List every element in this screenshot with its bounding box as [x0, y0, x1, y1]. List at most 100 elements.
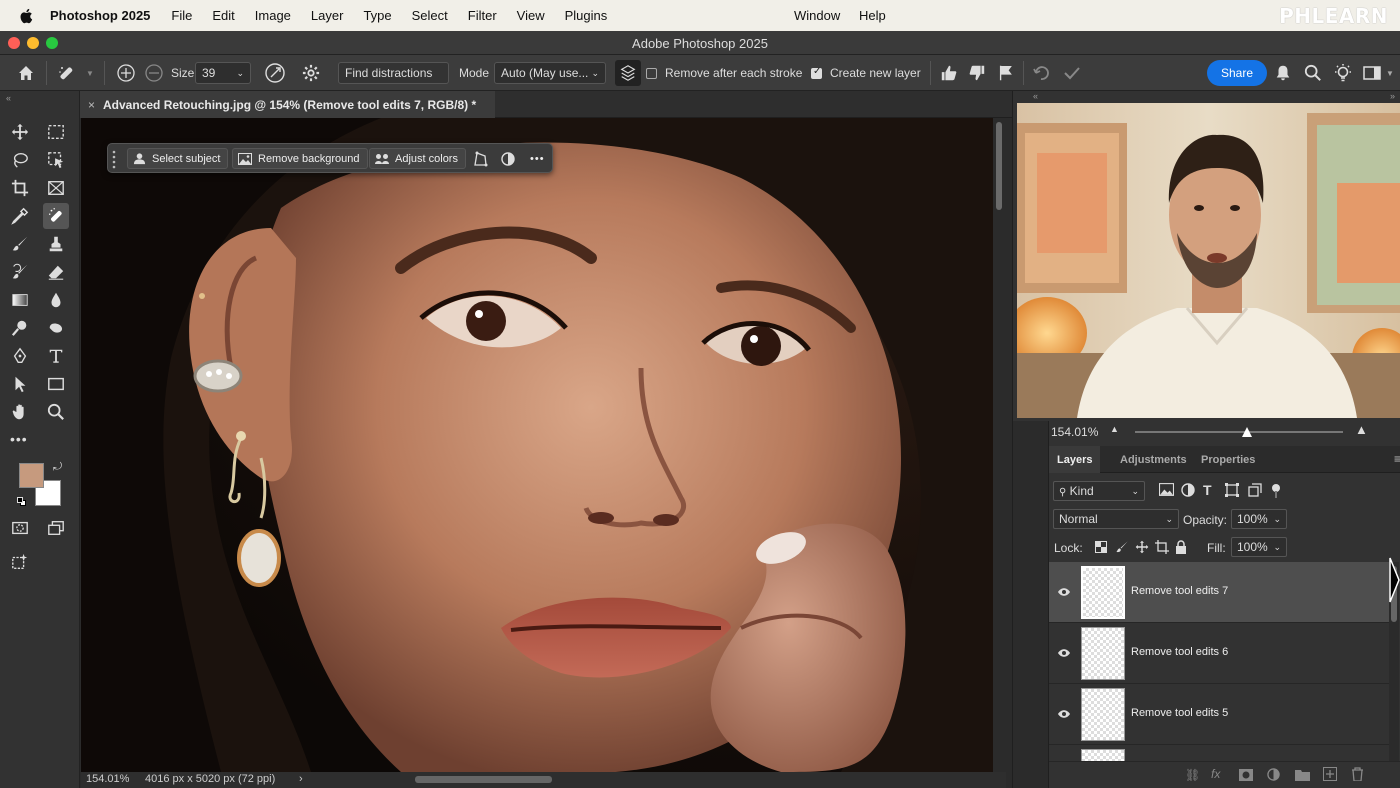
quick-mask-button[interactable] [7, 515, 33, 541]
type-tool[interactable] [43, 343, 69, 369]
add-mask-icon[interactable] [1239, 769, 1253, 781]
filter-adjustment-button[interactable] [1181, 483, 1195, 497]
mode-select[interactable]: Auto (May use... ⌄ [494, 62, 606, 84]
layer-row[interactable]: Remove tool edits 5 [1049, 684, 1389, 745]
remove-background-button[interactable]: Remove background [232, 148, 368, 169]
lock-position-button[interactable] [1135, 540, 1149, 554]
menu-type[interactable]: Type [363, 8, 391, 23]
blend-mode-select[interactable]: Normal ⌄ [1053, 509, 1179, 529]
lock-all-button[interactable] [1175, 540, 1187, 554]
menu-view[interactable]: View [517, 8, 545, 23]
menu-layer[interactable]: Layer [311, 8, 344, 23]
add-to-stroke-button[interactable] [116, 55, 136, 91]
collapse-panel-icon[interactable]: » [1390, 91, 1395, 101]
eyedropper-tool[interactable] [7, 203, 33, 229]
more-options-button[interactable]: ••• [530, 148, 545, 169]
pen-tool[interactable] [7, 343, 33, 369]
fx-icon[interactable]: fx [1211, 767, 1220, 781]
filter-smart-object-button[interactable] [1248, 483, 1262, 497]
crop-tool[interactable] [7, 175, 33, 201]
layer-row[interactable] [1049, 745, 1389, 761]
navigator-zoom-slider[interactable] [1135, 431, 1343, 433]
menu-help[interactable]: Help [859, 8, 886, 23]
close-tab-icon[interactable]: × [88, 98, 95, 112]
undo-button[interactable] [1031, 55, 1051, 91]
commit-button[interactable] [1062, 55, 1082, 91]
status-zoom[interactable]: 154.01% [86, 773, 129, 785]
eraser-tool[interactable] [43, 259, 69, 285]
lock-artboard-button[interactable] [1155, 540, 1169, 554]
menu-edit[interactable]: Edit [212, 8, 234, 23]
foreground-color-swatch[interactable] [19, 463, 44, 488]
zoom-in-icon[interactable]: ▲ [1355, 422, 1368, 437]
tab-adjustments[interactable]: Adjustments [1112, 446, 1195, 473]
adjustment-layer-icon[interactable] [1267, 768, 1280, 781]
workspace-button[interactable]: ▼ [1362, 55, 1394, 91]
path-selection-tool[interactable] [7, 371, 33, 397]
new-layer-icon[interactable] [1323, 767, 1337, 781]
fill-input[interactable]: 100% ⌄ [1231, 537, 1287, 557]
visibility-eye-icon[interactable] [1057, 647, 1071, 659]
blur-tool[interactable] [43, 287, 69, 313]
drag-handle-icon[interactable] [112, 148, 118, 169]
thumbs-down-button[interactable] [968, 55, 986, 91]
subtract-from-stroke-button[interactable] [144, 55, 164, 91]
discover-button[interactable] [1333, 55, 1353, 91]
visibility-eye-icon[interactable] [1057, 586, 1071, 598]
filter-type-button[interactable]: T [1203, 482, 1212, 498]
lock-transparent-button[interactable] [1095, 541, 1107, 553]
sample-all-layers-button[interactable] [615, 60, 641, 86]
folder-icon[interactable] [1295, 768, 1310, 781]
find-distractions-button[interactable]: Find distractions [338, 62, 449, 84]
swap-colors-icon[interactable]: ⤾ [53, 461, 62, 474]
navigator-zoom-value[interactable]: 154.01% [1051, 425, 1098, 439]
menu-file[interactable]: File [171, 8, 192, 23]
status-menu-arrow[interactable]: › [299, 773, 303, 785]
menu-window[interactable]: Window [794, 8, 840, 23]
clone-stamp-tool[interactable] [43, 231, 69, 257]
remove-after-stroke-checkbox[interactable]: Remove after each stroke [646, 55, 802, 91]
lasso-tool[interactable] [7, 147, 33, 173]
visibility-eye-icon[interactable] [1057, 708, 1071, 720]
trash-icon[interactable] [1351, 767, 1364, 781]
create-new-layer-checkbox[interactable]: Create new layer [811, 55, 921, 91]
edit-toolbar-button[interactable]: ••• [10, 431, 28, 447]
apple-logo-icon[interactable] [18, 7, 36, 25]
canvas-horizontal-scrollbar[interactable] [415, 776, 552, 783]
marquee-tool[interactable] [43, 119, 69, 145]
filter-toggle-button[interactable] [1271, 483, 1281, 499]
filter-pixel-button[interactable] [1159, 483, 1174, 496]
zoom-tool[interactable] [43, 399, 69, 425]
transform-button[interactable] [472, 148, 488, 169]
menu-filter[interactable]: Filter [468, 8, 497, 23]
panel-menu-icon[interactable]: ≡ [1394, 452, 1400, 466]
thumbs-up-button[interactable] [940, 55, 958, 91]
filter-kind-select[interactable]: ⚲ Kind ⌄ [1053, 481, 1145, 501]
canvas-vertical-scrollbar[interactable] [993, 118, 1005, 772]
mask-button[interactable] [501, 148, 515, 169]
layer-row-selected[interactable]: Remove tool edits 7 [1049, 562, 1389, 623]
home-button[interactable] [16, 55, 36, 91]
screen-mode-button[interactable] [43, 515, 69, 541]
filter-shape-button[interactable] [1225, 483, 1239, 497]
rectangle-tool[interactable] [43, 371, 69, 397]
expand-panel-icon[interactable]: « [1033, 91, 1038, 101]
history-brush-tool[interactable] [7, 259, 33, 285]
frame-tool[interactable] [43, 175, 69, 201]
menu-plugins[interactable]: Plugins [565, 8, 608, 23]
tab-properties[interactable]: Properties [1193, 446, 1263, 473]
zoom-slider-handle[interactable] [1242, 427, 1252, 437]
pressure-size-button[interactable] [264, 55, 286, 91]
link-layers-icon[interactable]: ⛓ [1185, 768, 1200, 782]
select-subject-button[interactable]: Select subject [127, 148, 229, 169]
lock-pixels-button[interactable] [1115, 540, 1129, 554]
adjust-colors-button[interactable]: Adjust colors [369, 148, 466, 169]
gradient-tool[interactable] [7, 287, 33, 313]
tab-layers[interactable]: Layers [1049, 446, 1101, 473]
document-tab[interactable]: × Advanced Retouching.jpg @ 154% (Remove… [80, 91, 495, 118]
document-canvas[interactable] [81, 118, 993, 772]
report-button[interactable] [997, 55, 1015, 91]
zoom-out-icon[interactable]: ▲ [1110, 424, 1119, 434]
dodge-tool[interactable] [7, 315, 33, 341]
smudge-tool[interactable] [43, 315, 69, 341]
